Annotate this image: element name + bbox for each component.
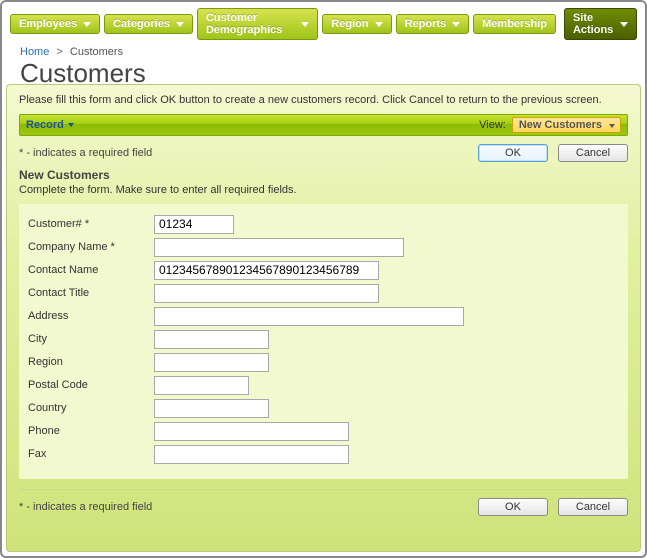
cancel-button[interactable]: Cancel [558,144,628,162]
site-actions-menu[interactable]: Site Actions [564,8,637,40]
city-label: City [24,333,154,345]
record-menu[interactable]: Record [26,119,74,131]
city-input[interactable] [154,330,269,349]
postal-label: Postal Code [24,379,154,391]
customer-id-label: Customer# * [24,218,154,230]
cancel-button-bottom[interactable]: Cancel [558,498,628,516]
country-input[interactable] [154,399,269,418]
ok-button-bottom[interactable]: OK [478,498,548,516]
field-row-region: Region [24,353,617,372]
ok-button[interactable]: OK [478,144,548,162]
nav-label: Customer Demographics [206,12,295,36]
required-note-bottom: * - indicates a required field [19,501,468,513]
section-subtitle: Complete the form. Make sure to enter al… [19,184,628,196]
content-panel: Please fill this form and click OK butto… [6,84,641,552]
nav-item-customer-demographics[interactable]: Customer Demographics [197,8,318,40]
field-row-contact: Contact Name [24,261,617,280]
country-label: Country [24,402,154,414]
nav-item-membership[interactable]: Membership [473,14,556,34]
region-label: Region [24,356,154,368]
breadcrumb-separator: > [56,46,62,58]
contact-input[interactable] [154,261,379,280]
required-note-top: * - indicates a required field [19,147,468,159]
chevron-down-icon [176,22,184,27]
nav-label: Reports [405,18,447,30]
separator [19,489,628,490]
customer-id-input[interactable] [154,215,234,234]
view-dropdown[interactable]: New Customers [512,117,621,133]
field-row-fax: Fax [24,445,617,464]
chevron-down-icon [452,22,460,27]
region-input[interactable] [154,353,269,372]
title-input[interactable] [154,284,379,303]
field-row-city: City [24,330,617,349]
breadcrumb: Home > Customers [20,46,627,58]
title-label: Contact Title [24,287,154,299]
address-label: Address [24,310,154,322]
chevron-down-icon [620,22,628,27]
company-input[interactable] [154,238,404,257]
breadcrumb-home-link[interactable]: Home [20,46,49,58]
field-row-company: Company Name * [24,238,617,257]
app-window: Employees Categories Customer Demographi… [0,0,647,558]
top-nav: Employees Categories Customer Demographi… [2,2,645,46]
view-label: View: [479,119,506,131]
top-button-row: * - indicates a required field OK Cancel [19,144,628,162]
company-label: Company Name * [24,241,154,253]
fax-label: Fax [24,448,154,460]
contact-label: Contact Name [24,264,154,276]
chevron-down-icon [301,22,309,27]
nav-item-employees[interactable]: Employees [10,14,100,34]
record-menu-label: Record [26,119,64,131]
breadcrumb-current: Customers [70,46,123,58]
fax-input[interactable] [154,445,349,464]
bottom-button-row: * - indicates a required field OK Cancel [19,498,628,516]
field-row-address: Address [24,307,617,326]
nav-item-reports[interactable]: Reports [396,14,470,34]
field-row-postal: Postal Code [24,376,617,395]
field-row-title: Contact Title [24,284,617,303]
section-title: New Customers [19,168,628,182]
nav-label: Region [331,18,368,30]
nav-item-region[interactable]: Region [322,14,391,34]
postal-input[interactable] [154,376,249,395]
form: Customer# * Company Name * Contact Name … [19,204,628,479]
field-row-phone: Phone [24,422,617,441]
nav-label: Membership [482,18,547,30]
phone-input[interactable] [154,422,349,441]
nav-label: Employees [19,18,77,30]
nav-item-categories[interactable]: Categories [104,14,193,34]
chevron-down-icon [68,123,74,127]
address-input[interactable] [154,307,464,326]
chevron-down-icon [375,22,383,27]
instructions-text: Please fill this form and click OK butto… [19,93,628,108]
record-view-bar: Record View: New Customers [19,114,628,136]
phone-label: Phone [24,425,154,437]
chevron-down-icon [83,22,91,27]
nav-label: Site Actions [573,12,614,36]
nav-label: Categories [113,18,170,30]
field-row-country: Country [24,399,617,418]
field-row-customer-id: Customer# * [24,215,617,234]
